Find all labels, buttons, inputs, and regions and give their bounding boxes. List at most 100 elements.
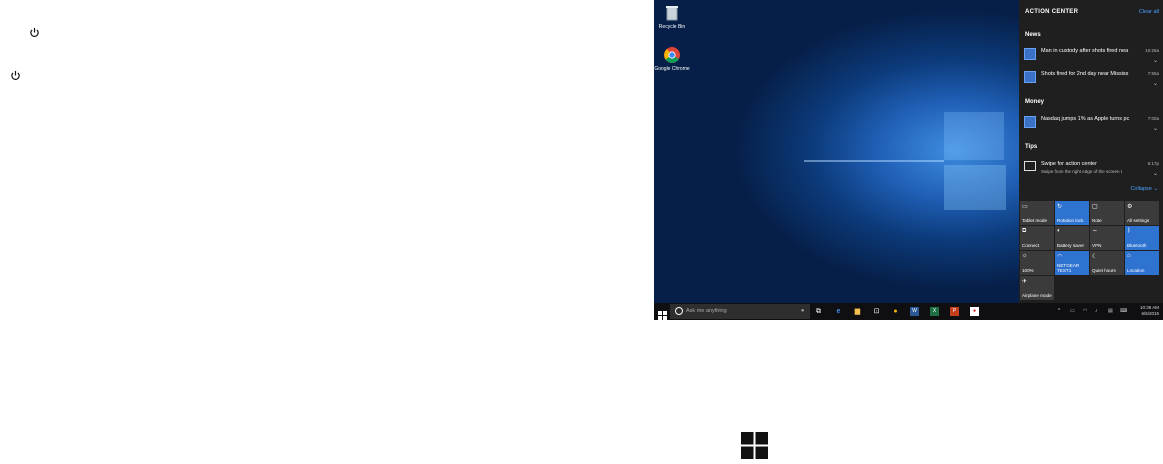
search-box[interactable]: Ask me anything ⏺: [670, 304, 810, 319]
clear-all-link[interactable]: Clear all: [1139, 9, 1159, 15]
start-button[interactable]: [658, 307, 667, 320]
action-center-title: ACTION CENTER: [1025, 9, 1079, 15]
notifications-icon[interactable]: ▤: [1108, 308, 1113, 314]
store-icon[interactable]: ⊡: [872, 307, 881, 316]
tile-wifi[interactable]: ◠ NETGEAR TEST1: [1055, 251, 1089, 275]
tablet-mode-icon: ▭: [1022, 204, 1028, 210]
task-view-icon[interactable]: ⧉: [814, 307, 823, 316]
note-icon: ▢: [1092, 204, 1098, 210]
tile-label: NETGEAR TEST1: [1057, 263, 1080, 273]
notification-text: Man in custody after shots fired nea: [1041, 48, 1129, 54]
tile-label: Quiet hours: [1092, 268, 1116, 273]
wifi-tray-icon[interactable]: ◠: [1083, 308, 1087, 314]
windows-logo-icon: [658, 311, 667, 320]
notification-item[interactable]: Swipe for action center Swipe from the r…: [1024, 161, 1159, 179]
bluetooth-icon: ᛒ: [1127, 228, 1131, 234]
money-app-icon: [1024, 116, 1036, 128]
edge-icon[interactable]: e: [834, 307, 843, 316]
tile-rotation-lock[interactable]: ↻ Rotation lock: [1055, 201, 1089, 225]
notification-time: 7:55a: [1147, 71, 1159, 76]
app-icon[interactable]: ●: [970, 307, 979, 316]
collapse-button[interactable]: Collapse ⌄: [1130, 186, 1158, 192]
notification-text: Nasdaq jumps 1% as Apple turns pc: [1041, 116, 1130, 122]
notification-item[interactable]: Nasdaq jumps 1% as Apple turns pc 7:00a …: [1024, 116, 1159, 134]
tile-location[interactable]: ⌂ Location: [1125, 251, 1159, 275]
tile-tablet-mode[interactable]: ▭ Tablet mode: [1020, 201, 1054, 225]
tile-battery-saver[interactable]: ◐ Battery saver: [1055, 226, 1089, 250]
moon-icon: ☾: [1092, 254, 1098, 260]
tile-quiet-hours[interactable]: ☾ Quiet hours: [1090, 251, 1124, 275]
section-news: News: [1025, 32, 1041, 38]
taskbar: Ask me anything ⏺ ⧉ e ▆ ⊡ ● W X P ● ^ ▭ …: [654, 303, 1163, 320]
chevron-down-icon[interactable]: ⌄: [1153, 80, 1158, 87]
powerpoint-icon[interactable]: P: [950, 307, 959, 316]
tile-label: Bluetooth: [1127, 243, 1147, 248]
tile-label: Rotation lock: [1057, 218, 1084, 223]
wifi-icon: ◠: [1057, 254, 1063, 260]
notification-time: 5:17p: [1147, 161, 1159, 166]
wallpaper-beam: [944, 112, 1004, 160]
tile-label: Location: [1127, 268, 1145, 273]
notification-item[interactable]: Man in custody after shots fired nea 10:…: [1024, 48, 1159, 66]
chrome-taskbar-icon[interactable]: ●: [891, 307, 900, 316]
notification-item[interactable]: Shots fired for 2nd day near Mississ 7:5…: [1024, 71, 1159, 89]
tile-label: Note: [1092, 218, 1102, 223]
collapse-label: Collapse: [1130, 186, 1152, 192]
tile-airplane-mode[interactable]: ✈ Airplane mode: [1020, 276, 1054, 300]
section-tips: Tips: [1025, 144, 1038, 150]
desktop-icon-label: Google Chrome: [654, 66, 690, 72]
tile-label: Connect: [1022, 243, 1040, 248]
excel-icon[interactable]: X: [930, 307, 939, 316]
rotation-lock-icon: ↻: [1057, 204, 1063, 210]
tile-note[interactable]: ▢ Note: [1090, 201, 1124, 225]
tile-all-settings[interactable]: ⚙ All settings: [1125, 201, 1159, 225]
desktop-screenshot: Recycle Bin Google Chrome ACTION CENTER …: [654, 0, 1163, 320]
word-icon[interactable]: W: [910, 307, 919, 316]
notification-time: 7:00a: [1147, 116, 1159, 121]
keyboard-icon[interactable]: ⌨: [1120, 308, 1127, 314]
airplane-icon: ✈: [1022, 279, 1028, 285]
section-money: Money: [1025, 99, 1045, 105]
chrome-icon: [663, 46, 681, 64]
tile-label: Battery saver: [1057, 243, 1085, 248]
cortana-icon: [675, 306, 683, 315]
microphone-icon[interactable]: ⏺: [801, 304, 804, 319]
chevron-down-icon[interactable]: ⌄: [1153, 57, 1158, 64]
file-explorer-icon[interactable]: ▆: [853, 307, 862, 316]
connect-icon: ⧉: [1022, 228, 1027, 234]
location-icon: ⌂: [1127, 253, 1131, 259]
clock-date: 6/5/2015: [1141, 311, 1159, 316]
desktop-icon-recycle-bin[interactable]: Recycle Bin: [654, 4, 690, 30]
battery-icon[interactable]: ▭: [1070, 308, 1075, 314]
notification-text: Shots fired for 2nd day near Mississ: [1041, 71, 1129, 77]
notification-text: Swipe for action center: [1041, 161, 1097, 167]
news-app-icon: [1024, 48, 1036, 60]
search-placeholder: Ask me anything: [686, 308, 727, 314]
notification-subtext: Swipe from the right edge of the screen …: [1041, 169, 1123, 174]
vpn-icon: ⌔: [1092, 230, 1098, 236]
brightness-icon: ☼: [1022, 253, 1028, 259]
wallpaper-beam: [804, 160, 944, 162]
chevron-down-icon[interactable]: ⌄: [1153, 125, 1158, 132]
notification-time: 10:26a: [1145, 48, 1159, 53]
power-icon: [10, 70, 21, 83]
windows-logo-icon: [741, 432, 768, 459]
tile-vpn[interactable]: ⌔ VPN: [1090, 226, 1124, 250]
news-app-icon: [1024, 71, 1036, 83]
chevron-up-icon[interactable]: ^: [1058, 308, 1060, 314]
tile-connect[interactable]: ⧉ Connect: [1020, 226, 1054, 250]
tips-icon: [1024, 161, 1036, 171]
tile-brightness[interactable]: ☼ 100%: [1020, 251, 1054, 275]
tile-bluetooth[interactable]: ᛒ Bluetooth: [1125, 226, 1159, 250]
volume-icon[interactable]: ♪: [1095, 308, 1098, 314]
chevron-down-icon[interactable]: ⌄: [1153, 170, 1158, 177]
power-icon: [29, 27, 40, 40]
recycle-bin-icon: [663, 4, 681, 22]
tile-label: Airplane mode: [1022, 293, 1052, 298]
tile-label: 100%: [1022, 268, 1034, 273]
desktop-icon-label: Recycle Bin: [658, 24, 686, 30]
clock[interactable]: 10:36 AM 6/5/2015: [1140, 305, 1159, 317]
desktop-icon-chrome[interactable]: Google Chrome: [654, 46, 690, 72]
chevron-down-icon: ⌄: [1153, 186, 1158, 192]
wallpaper-beam: [944, 165, 1006, 210]
